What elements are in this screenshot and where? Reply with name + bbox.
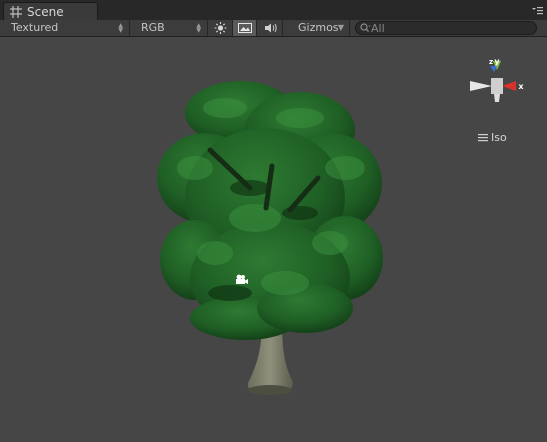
gizmo-axis-y-label: y [494,57,500,66]
render-mode-dropdown[interactable]: Textured ▲ ▼ [0,20,130,36]
menu-icon [478,134,488,142]
tree-object[interactable] [0,38,547,442]
search-field[interactable] [355,21,537,35]
scene-audio-button[interactable] [259,20,283,36]
gizmos-label: Gizmos [298,21,339,34]
updown-arrows-icon: ▲ ▼ [118,22,123,34]
channel-value: RGB [141,21,165,34]
updown-arrows-icon: ▲ ▼ [196,22,201,34]
image-icon [238,23,252,33]
gizmo-axis-x-label: x [518,82,524,91]
tab-scene-label: Scene [27,5,64,19]
scene-toolbar: Textured ▲ ▼ RGB ▲ ▼ Gizmos ▼ All [0,20,547,37]
scene-window: Scene Textured ▲ ▼ RGB ▲ ▼ Gizmos ▼ All … [0,0,547,442]
sun-icon [214,22,227,34]
scene-overlay-toggle[interactable] [233,20,257,36]
tab-strip: Scene [0,0,547,20]
scene-lighting-button[interactable] [209,20,233,36]
audio-icon [265,23,277,33]
search-input[interactable] [371,22,531,34]
scene-viewport[interactable]: y z x Iso [0,38,547,442]
tab-scene[interactable]: Scene [3,2,98,20]
scene-orientation-gizmo[interactable]: y z x [466,56,528,114]
render-mode-value: Textured [11,21,59,34]
gizmo-axis-z-label: z [489,58,493,66]
tab-menu-icon[interactable] [531,6,543,16]
chevron-down-icon: ▼ [337,23,344,32]
search-icon [360,23,371,32]
gizmos-dropdown[interactable]: Gizmos ▼ [289,20,350,36]
projection-label: Iso [491,131,507,144]
channel-dropdown[interactable]: RGB ▲ ▼ [130,20,208,36]
camera-icon[interactable] [233,274,249,286]
grid-icon [10,6,22,18]
